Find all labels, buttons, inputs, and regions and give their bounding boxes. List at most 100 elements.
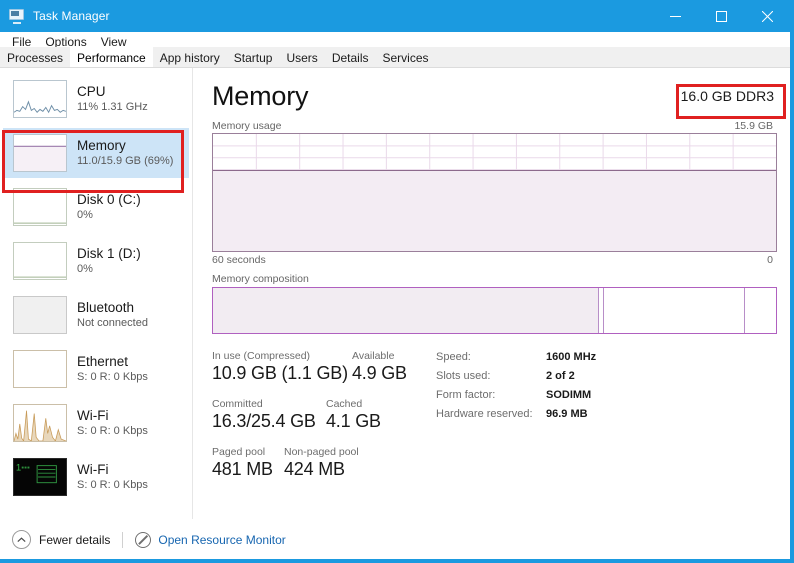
- sidebar-item-label: Disk 0 (C:): [77, 191, 141, 207]
- stat-value: 10.9 GB (1.1 GB): [212, 363, 348, 383]
- sidebar-item-cpu[interactable]: CPU 11% 1.31 GHz: [3, 74, 189, 124]
- composition-divider-standby: [602, 288, 604, 333]
- stat-cached: Cached 4.1 GB: [326, 398, 381, 432]
- memory-usage-caption-row: Memory usage 15.9 GB: [212, 120, 773, 132]
- tab-processes[interactable]: Processes: [0, 47, 71, 67]
- stat-available: Available 4.9 GB: [352, 350, 407, 384]
- sidebar-item-bluetooth[interactable]: Bluetooth Not connected: [3, 290, 189, 340]
- stat-group-pools: Paged pool 481 MB Non-paged pool 424 MB: [212, 446, 427, 480]
- time-axis-left-label: 60 seconds: [212, 254, 266, 266]
- stat-value: 16.3/25.4 GB: [212, 411, 316, 431]
- ethernet-graph-thumbnail: [13, 350, 67, 388]
- resource-monitor-icon: [135, 531, 152, 548]
- memory-usage-time-axis: 60 seconds 0: [212, 254, 773, 266]
- spec-value-hardware-reserved: 96.9 MB: [546, 408, 588, 420]
- memory-detail-panel: Memory 16.0 GB DDR3 Memory usage 15.9 GB: [194, 68, 790, 519]
- stat-group-committed-cached: Committed 16.3/25.4 GB Cached 4.1 GB: [212, 398, 427, 432]
- sidebar-item-memory[interactable]: Memory 11.0/15.9 GB (69%): [3, 128, 189, 178]
- memory-usage-max: 15.9 GB: [734, 120, 773, 132]
- cpu-graph-thumbnail: [13, 80, 67, 118]
- task-manager-window: Task Manager File Options View Processes…: [0, 0, 794, 563]
- stat-paged-pool: Paged pool 481 MB: [212, 446, 284, 480]
- stat-label: Committed: [212, 398, 263, 410]
- tab-app-history[interactable]: App history: [152, 47, 227, 67]
- performance-sidebar: CPU 11% 1.31 GHz Memory 11.0/15.9 GB (69…: [0, 68, 193, 519]
- memory-usage-area: [213, 170, 776, 251]
- window-title: Task Manager: [33, 9, 110, 23]
- sidebar-item-sublabel: S: 0 R: 0 Kbps: [77, 425, 148, 438]
- memory-stats-left-column: In use (Compressed) 10.9 GB (1.1 GB) Ava…: [212, 350, 427, 494]
- close-button[interactable]: [744, 0, 790, 32]
- stat-non-paged-pool: Non-paged pool 424 MB: [284, 446, 359, 480]
- memory-usage-caption: Memory usage: [212, 120, 282, 132]
- stat-label: Available: [352, 350, 395, 362]
- sidebar-item-label: Ethernet: [77, 353, 129, 369]
- sidebar-item-disk-1[interactable]: Disk 1 (D:) 0%: [3, 236, 189, 286]
- sidebar-item-label: Bluetooth: [77, 299, 135, 315]
- composition-divider-modified: [597, 288, 599, 333]
- chevron-up-icon[interactable]: [12, 530, 31, 549]
- title-bar: Task Manager: [0, 0, 790, 32]
- fewer-details-label: Fewer details: [39, 532, 111, 547]
- stat-value: 4.1 GB: [326, 411, 381, 431]
- sidebar-item-wifi-1[interactable]: Wi-Fi S: 0 R: 0 Kbps: [3, 398, 189, 448]
- sidebar-item-sublabel: S: 0 R: 0 Kbps: [77, 479, 148, 492]
- composition-divider-free: [743, 288, 745, 333]
- stat-group-inuse-available: In use (Compressed) 10.9 GB (1.1 GB) Ava…: [212, 350, 427, 384]
- sidebar-item-ethernet[interactable]: Ethernet S: 0 R: 0 Kbps: [3, 344, 189, 394]
- spec-key-speed: Speed:: [436, 351, 471, 363]
- sidebar-item-disk-0[interactable]: Disk 0 (C:) 0%: [3, 182, 189, 232]
- spec-key-hardware-reserved: Hardware reserved:: [436, 408, 533, 420]
- tab-performance[interactable]: Performance: [70, 47, 153, 67]
- disk-0-graph-thumbnail: [13, 188, 67, 226]
- open-resource-monitor-link[interactable]: Open Resource Monitor: [158, 533, 285, 547]
- composition-segment-in-use: [213, 288, 598, 333]
- window-controls: [652, 0, 790, 32]
- sidebar-item-sublabel: 0%: [77, 263, 93, 276]
- tab-details[interactable]: Details: [324, 47, 376, 67]
- stat-value: 424 MB: [284, 459, 345, 479]
- sidebar-item-sublabel: Not connected: [77, 317, 148, 330]
- sidebar-item-sublabel: 11.0/15.9 GB (69%): [77, 155, 174, 168]
- memory-composition-bar[interactable]: [212, 287, 777, 334]
- tab-users[interactable]: Users: [279, 47, 325, 67]
- ram-spec-badge: 16.0 GB DDR3: [680, 88, 774, 104]
- spec-key-slots-used: Slots used:: [436, 370, 491, 382]
- memory-graph-thumbnail: [13, 134, 67, 172]
- wifi-1-graph-thumbnail: [13, 404, 67, 442]
- tab-services[interactable]: Services: [375, 47, 436, 67]
- sidebar-item-sublabel: 0%: [77, 209, 93, 222]
- fewer-details-button[interactable]: Fewer details: [39, 533, 110, 547]
- sidebar-item-label: Wi-Fi: [77, 461, 109, 477]
- sidebar-item-wifi-2[interactable]: 1 Wi-Fi S: 0 R: 0 Kbps: [3, 452, 189, 502]
- spec-value-form-factor: SODIMM: [546, 389, 592, 401]
- stat-value: 481 MB: [212, 459, 273, 479]
- svg-text:1: 1: [16, 462, 21, 473]
- stat-label: Paged pool: [212, 446, 266, 458]
- content-area: CPU 11% 1.31 GHz Memory 11.0/15.9 GB (69…: [0, 68, 790, 519]
- minimize-button[interactable]: [652, 0, 698, 32]
- memory-stats-right-column: Speed: 1600 MHz Slots used: 2 of 2 Form …: [436, 351, 596, 420]
- sidebar-item-label: Memory: [77, 137, 126, 153]
- sidebar-item-label: Disk 1 (D:): [77, 245, 141, 261]
- page-title: Memory: [212, 81, 309, 111]
- spec-value-speed: 1600 MHz: [546, 351, 597, 363]
- stat-label: In use (Compressed): [212, 350, 311, 362]
- maximize-button[interactable]: [698, 0, 744, 32]
- stat-in-use: In use (Compressed) 10.9 GB (1.1 GB): [212, 350, 352, 384]
- spec-key-form-factor: Form factor:: [436, 389, 496, 401]
- spec-value-slots-used: 2 of 2: [546, 370, 575, 382]
- memory-usage-graph: [212, 133, 777, 252]
- wifi-2-graph-thumbnail: 1: [13, 458, 67, 496]
- status-bar-separator: [122, 531, 124, 548]
- sidebar-item-label: Wi-Fi: [77, 407, 109, 423]
- stat-committed: Committed 16.3/25.4 GB: [212, 398, 326, 432]
- disk-1-graph-thumbnail: [13, 242, 67, 280]
- sidebar-item-label: CPU: [77, 83, 106, 99]
- time-axis-right-label: 0: [767, 254, 773, 266]
- task-manager-icon: [9, 8, 25, 24]
- stat-label: Non-paged pool: [284, 446, 359, 458]
- tab-startup[interactable]: Startup: [226, 47, 280, 67]
- sidebar-item-sublabel: S: 0 R: 0 Kbps: [77, 371, 148, 384]
- stat-value: 4.9 GB: [352, 363, 407, 383]
